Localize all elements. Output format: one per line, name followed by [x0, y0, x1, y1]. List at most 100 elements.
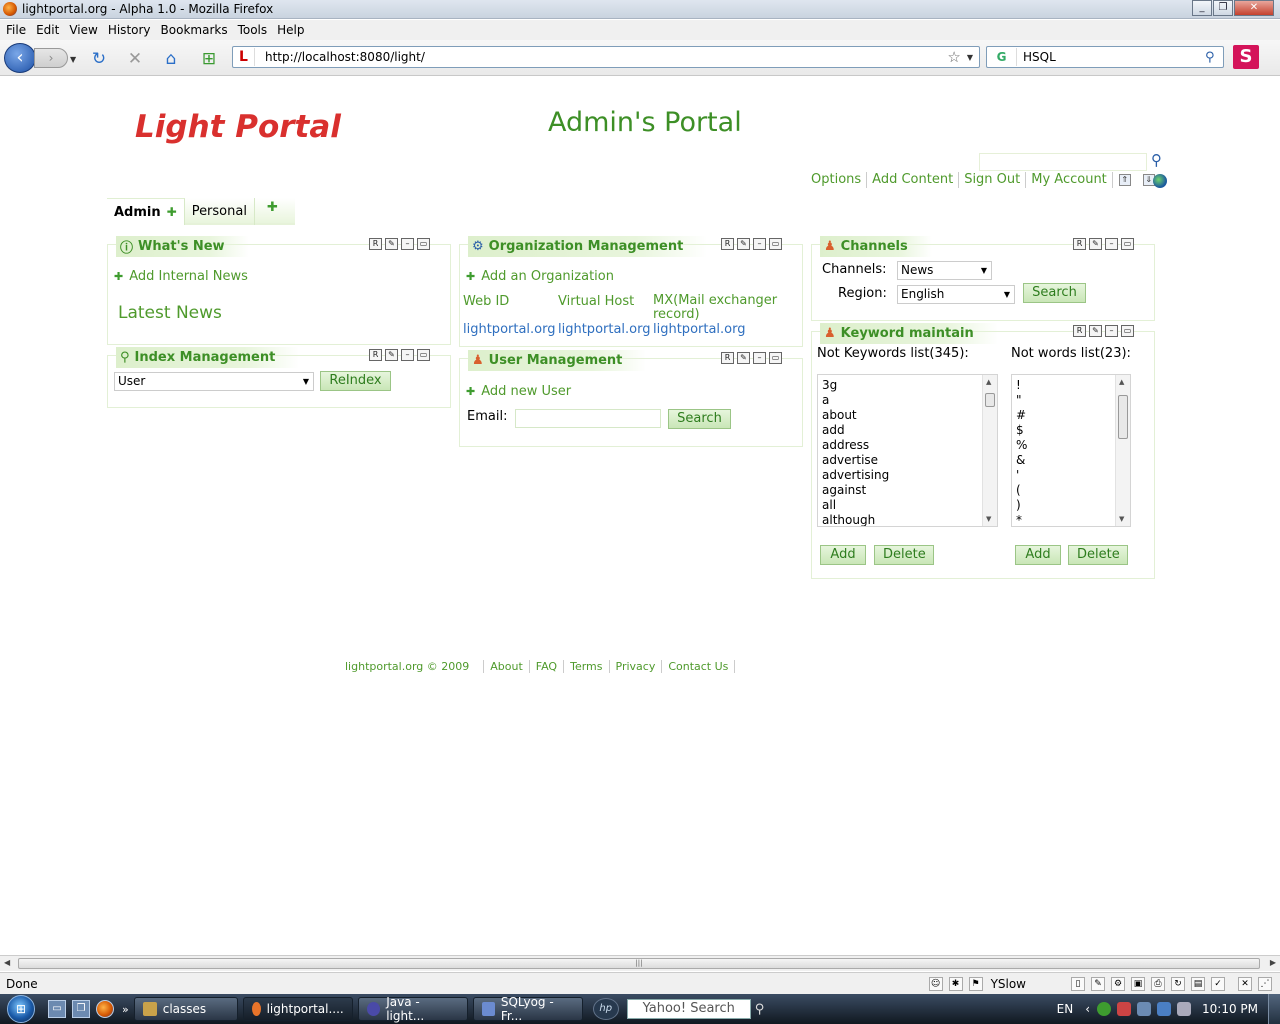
reload-icon[interactable]: ↻: [88, 49, 110, 69]
list-item[interactable]: although: [822, 513, 889, 526]
not-words-listbox[interactable]: ! " # $ % & ' ( ) * ▲ ▼: [1011, 374, 1131, 527]
add-content-link[interactable]: Add Content: [867, 172, 960, 188]
add-internal-news-link[interactable]: ✚ Add Internal News: [114, 269, 248, 284]
collapse-all-icon[interactable]: ⇑: [1118, 174, 1131, 186]
minimize-icon[interactable]: –: [401, 238, 414, 250]
save-icon[interactable]: ▣: [1131, 976, 1145, 991]
switch-windows-icon[interactable]: ❐: [72, 1000, 90, 1018]
browser-search-input[interactable]: HSQL: [1023, 50, 1205, 64]
scroll-left-icon[interactable]: ◀: [4, 958, 10, 967]
list-item[interactable]: a: [822, 393, 889, 408]
refresh-icon[interactable]: R: [369, 238, 382, 250]
page-icon[interactable]: ▯: [1071, 976, 1085, 991]
keyword-maintain-title[interactable]: ♟ Keyword maintain: [820, 323, 998, 344]
close-button[interactable]: ✕: [1234, 0, 1274, 16]
refresh-icon[interactable]: R: [721, 352, 734, 364]
minimize-icon[interactable]: –: [1105, 238, 1118, 250]
reload-icon[interactable]: ↻: [1171, 976, 1185, 991]
tray-app-icon[interactable]: [1137, 1002, 1151, 1016]
whats-new-title[interactable]: ⓘ What's New: [116, 236, 249, 257]
firefox-quicklaunch-icon[interactable]: [96, 1000, 114, 1018]
user-management-title[interactable]: ♟ User Management: [468, 350, 647, 371]
address-bar[interactable]: L http://localhost:8080/light/ ☆ ▼: [232, 46, 980, 68]
channels-title[interactable]: ♟ Channels: [820, 236, 932, 257]
list-item[interactable]: $: [1016, 423, 1027, 438]
scroll-up-icon[interactable]: ▲: [986, 378, 991, 386]
volume-icon[interactable]: [1177, 1002, 1191, 1016]
list-item[interactable]: !: [1016, 378, 1027, 393]
refresh-icon[interactable]: R: [1073, 238, 1086, 250]
language-globe-icon[interactable]: [1153, 174, 1167, 188]
menu-bookmarks[interactable]: Bookmarks: [161, 23, 228, 37]
clock[interactable]: 10:10 PM: [1202, 1002, 1258, 1016]
footer-contact-link[interactable]: Contact Us: [662, 660, 736, 673]
my-account-link[interactable]: My Account: [1026, 172, 1113, 188]
list-item[interactable]: against: [822, 483, 889, 498]
list-item[interactable]: address: [822, 438, 889, 453]
scroll-down-icon[interactable]: ▼: [986, 515, 991, 523]
taskbar-item-classes[interactable]: classes: [133, 997, 238, 1021]
addon-s-button[interactable]: S: [1233, 45, 1259, 69]
taskbar-item-firefox[interactable]: lightportal....: [242, 997, 353, 1021]
menu-history[interactable]: History: [108, 23, 151, 37]
browser-search-box[interactable]: G HSQL ⚲: [986, 46, 1224, 68]
add-word-button[interactable]: Add: [1015, 545, 1061, 565]
maximize-icon[interactable]: ▭: [769, 352, 782, 364]
tab-admin[interactable]: Admin ✚: [107, 198, 185, 225]
taskbar-item-sqlyog[interactable]: SQLyog - Fr...: [472, 995, 583, 1023]
list-scrollbar[interactable]: ▲ ▼: [982, 375, 997, 526]
channels-select[interactable]: News ▼: [897, 261, 992, 280]
minimize-icon[interactable]: –: [753, 238, 766, 250]
list-item[interactable]: *: [1016, 513, 1027, 526]
hp-logo-icon[interactable]: hp: [592, 998, 619, 1020]
reindex-button[interactable]: ReIndex: [320, 371, 391, 391]
edit-icon[interactable]: ✎: [737, 352, 750, 364]
network-icon[interactable]: [1157, 1002, 1171, 1016]
quicklaunch-expand-icon[interactable]: »: [122, 1003, 129, 1016]
maximize-icon[interactable]: ▭: [1121, 238, 1134, 250]
minimize-icon[interactable]: –: [1105, 325, 1118, 337]
tab-add-icon[interactable]: ✚: [167, 205, 177, 219]
tray-expand-icon[interactable]: ‹: [1085, 1002, 1090, 1016]
scroll-right-icon[interactable]: ▶: [1270, 958, 1276, 967]
list-item[interactable]: %: [1016, 438, 1027, 453]
print-icon[interactable]: ⎙: [1151, 976, 1165, 991]
taskbar-item-java[interactable]: Java - light...: [357, 995, 468, 1023]
portal-search-icon[interactable]: ⚲: [1151, 151, 1162, 169]
list-item[interactable]: all: [822, 498, 889, 513]
stop-icon[interactable]: ✕: [124, 49, 146, 69]
edit-icon[interactable]: ✎: [1089, 238, 1102, 250]
scroll-up-icon[interactable]: ▲: [1119, 378, 1124, 386]
list-scrollbar[interactable]: ▲ ▼: [1115, 375, 1130, 526]
horizontal-scroll-thumb[interactable]: |||: [18, 958, 1260, 969]
edit-icon[interactable]: ✎: [385, 238, 398, 250]
edit-icon[interactable]: ✎: [737, 238, 750, 250]
portal-search-input[interactable]: [979, 153, 1147, 171]
minimize-icon[interactable]: –: [753, 352, 766, 364]
organization-management-title[interactable]: ⚙ Organization Management: [468, 236, 708, 257]
menu-tools[interactable]: Tools: [238, 23, 268, 37]
maximize-icon[interactable]: ▭: [417, 238, 430, 250]
scroll-thumb[interactable]: [985, 393, 995, 407]
edit-icon[interactable]: ✎: [1089, 325, 1102, 337]
maximize-icon[interactable]: ▭: [1121, 325, 1134, 337]
yslow-label[interactable]: YSlow: [991, 977, 1026, 991]
resize-grip-icon[interactable]: ⋰: [1258, 976, 1272, 991]
list-item[interactable]: advertise: [822, 453, 889, 468]
list-item[interactable]: ': [1016, 468, 1027, 483]
add-new-user-link[interactable]: ✚ Add new User: [466, 384, 571, 399]
search-icon[interactable]: ⚲: [755, 1002, 765, 1017]
tray-app-icon[interactable]: [1117, 1002, 1131, 1016]
add-bookmark-icon[interactable]: ⊞: [198, 49, 220, 69]
index-type-select[interactable]: User ▼: [114, 372, 314, 391]
footer-about-link[interactable]: About: [484, 660, 530, 673]
refresh-icon[interactable]: R: [369, 349, 382, 361]
menu-edit[interactable]: Edit: [36, 23, 59, 37]
tray-app-icon[interactable]: [1097, 1002, 1111, 1016]
list-item[interactable]: ": [1016, 393, 1027, 408]
refresh-icon[interactable]: R: [1073, 325, 1086, 337]
flag-icon[interactable]: ⚑: [968, 976, 983, 991]
add-tab-icon[interactable]: ✚: [255, 198, 290, 223]
footer-terms-link[interactable]: Terms: [564, 660, 610, 673]
delete-word-button[interactable]: Delete: [1068, 545, 1128, 565]
